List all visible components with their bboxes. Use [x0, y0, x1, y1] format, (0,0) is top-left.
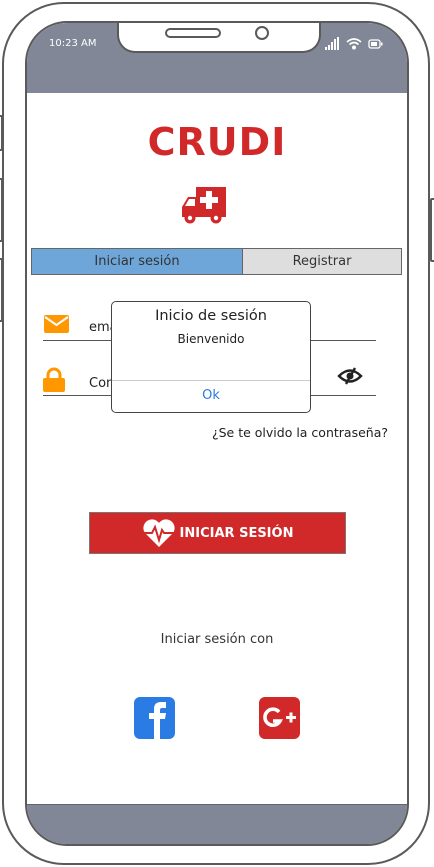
lock-icon	[43, 367, 65, 392]
wifi-icon	[346, 38, 362, 50]
status-time: 10:23 AM	[49, 38, 97, 49]
dialog-message: Bienvenido	[177, 332, 245, 346]
heartbeat-icon	[141, 519, 176, 547]
speaker	[165, 28, 221, 38]
power-button	[430, 198, 434, 262]
social-login-label: Iniciar sesión con	[160, 632, 274, 647]
login-dialog: Inicio de sesión Bienvenido Ok	[111, 301, 311, 413]
ambulance-icon	[182, 187, 226, 224]
app-title: CRUDI	[147, 120, 287, 164]
signal-icon	[325, 37, 339, 50]
facebook-icon[interactable]	[134, 697, 175, 739]
camera	[255, 26, 269, 40]
tab-register[interactable]: Registrar	[242, 248, 402, 275]
forgot-password-link[interactable]: ¿Se te olvido la contraseña?	[212, 425, 388, 440]
dialog-title: Inicio de sesión	[155, 308, 267, 324]
dialog-ok-button[interactable]: Ok	[112, 381, 310, 413]
login-button-label: INICIAR SESIÓN	[179, 525, 294, 541]
google-plus-icon[interactable]	[259, 697, 300, 739]
login-button[interactable]: INICIAR SESIÓN	[89, 512, 346, 554]
eye-slash-icon[interactable]	[337, 367, 363, 385]
tab-login[interactable]: Iniciar sesión	[31, 248, 243, 275]
battery-icon	[368, 39, 383, 49]
status-icons	[325, 37, 383, 50]
bottom-bar	[27, 804, 407, 844]
email-icon	[44, 315, 69, 333]
